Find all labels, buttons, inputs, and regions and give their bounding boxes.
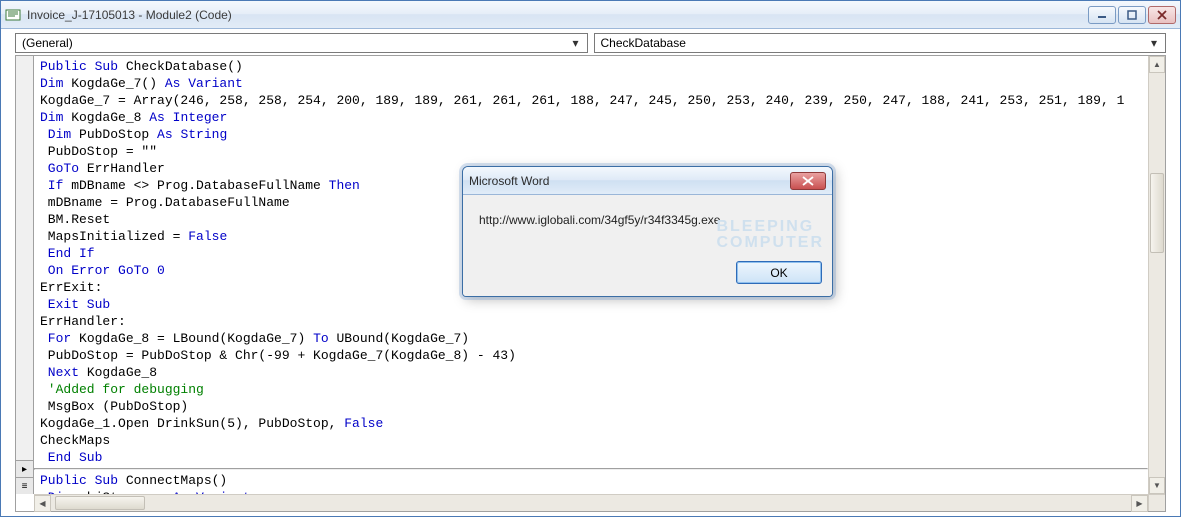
object-dropdown[interactable]: (General) ▾: [15, 33, 588, 53]
scroll-up-button[interactable]: ▲: [1149, 56, 1165, 73]
message-dialog: Microsoft Word http://www.iglobali.com/3…: [462, 166, 833, 297]
maximize-button[interactable]: [1118, 6, 1146, 24]
chevron-down-icon: ▾: [1147, 36, 1161, 50]
vertical-scrollbar[interactable]: ▲ ▼: [1148, 56, 1165, 494]
dialog-footer: OK: [463, 255, 832, 296]
minimize-button[interactable]: [1088, 6, 1116, 24]
dialog-title: Microsoft Word: [469, 174, 790, 188]
h-scroll-track[interactable]: [51, 495, 1131, 511]
titlebar[interactable]: Invoice_J-17105013 - Module2 (Code): [1, 1, 1180, 29]
horizontal-scrollbar[interactable]: ◀ ▶: [34, 494, 1148, 511]
dialog-close-button[interactable]: [790, 172, 826, 190]
close-button[interactable]: [1148, 6, 1176, 24]
gutter: ▸ ≡: [16, 56, 34, 494]
scroll-left-button[interactable]: ◀: [34, 495, 51, 512]
procedure-view-button[interactable]: ▸: [16, 460, 33, 477]
v-scroll-thumb[interactable]: [1150, 173, 1164, 253]
dropdown-row: (General) ▾ CheckDatabase ▾: [1, 29, 1180, 55]
scroll-right-button[interactable]: ▶: [1131, 495, 1148, 512]
object-dropdown-value: (General): [22, 36, 73, 50]
vba-module-icon: [5, 7, 21, 23]
h-scroll-thumb[interactable]: [55, 496, 145, 510]
scroll-down-button[interactable]: ▼: [1149, 477, 1165, 494]
full-module-view-button[interactable]: ≡: [16, 477, 33, 494]
dialog-titlebar[interactable]: Microsoft Word: [463, 167, 832, 195]
dialog-message: http://www.iglobali.com/34gf5y/r34f3345g…: [479, 213, 816, 227]
dialog-body: http://www.iglobali.com/34gf5y/r34f3345g…: [463, 195, 832, 255]
watermark-line2: COMPUTER: [716, 235, 824, 251]
chevron-down-icon: ▾: [569, 36, 583, 50]
scroll-corner: [1148, 494, 1165, 511]
window-title: Invoice_J-17105013 - Module2 (Code): [27, 8, 1088, 22]
procedure-dropdown[interactable]: CheckDatabase ▾: [594, 33, 1167, 53]
v-scroll-track[interactable]: [1149, 73, 1165, 477]
ok-button[interactable]: OK: [736, 261, 822, 284]
procedure-dropdown-value: CheckDatabase: [601, 36, 686, 50]
